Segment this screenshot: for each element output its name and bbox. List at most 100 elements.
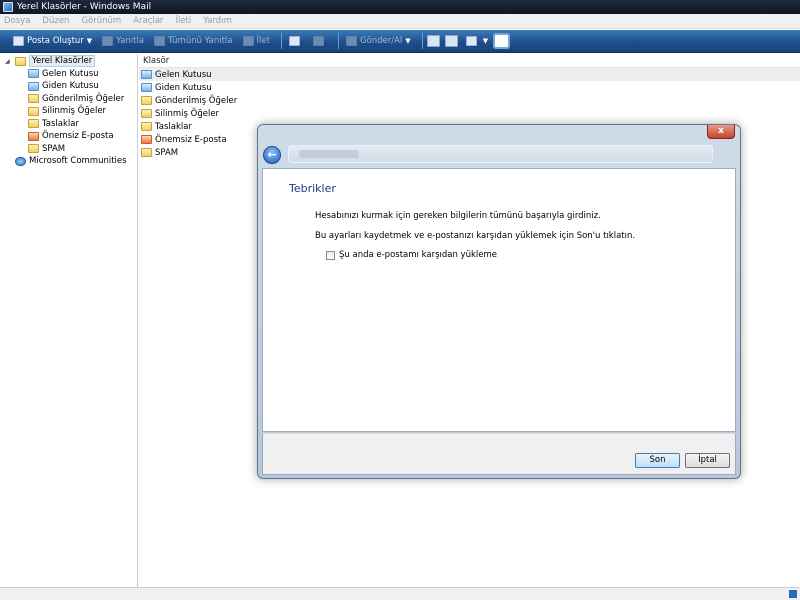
sent-items-icon <box>141 96 152 105</box>
window-title: Yerel Klasörler - Windows Mail <box>17 2 152 12</box>
list-item-label: Silinmiş Öğeler <box>155 108 220 119</box>
finish-instructions: Bu ayarları kaydetmek ve e-postanızı kar… <box>315 231 636 241</box>
list-item-label: Taslaklar <box>155 121 192 132</box>
list-item-label: SPAM <box>155 147 179 158</box>
contacts-icon[interactable] <box>426 35 440 47</box>
back-arrow-icon[interactable]: ← <box>263 146 281 164</box>
menu-tools[interactable]: Araçlar <box>133 16 163 26</box>
chevron-down-icon[interactable]: ▼ <box>87 37 92 45</box>
tree-item-sent-items[interactable]: Gönderilmiş Öğeler <box>0 93 137 106</box>
compose-button[interactable]: Posta Oluştur ▼ <box>10 32 95 50</box>
tree-item-label: Silinmiş Öğeler <box>42 106 107 117</box>
folder-tree: ◢ Yerel Klasörler Gelen Kutusu Giden Kut… <box>0 54 138 587</box>
tree-item-junk-email[interactable]: Önemsiz E-posta <box>0 130 137 143</box>
skip-download-checkbox[interactable]: Şu anda e-postamı karşıdan yükleme <box>326 250 497 260</box>
reply-icon <box>102 36 114 46</box>
sent-items-icon <box>28 94 39 104</box>
chevron-down-icon[interactable]: ▼ <box>405 37 410 45</box>
dialog-body: Tebrikler Hesabınızı kurmak için gereken… <box>262 168 736 432</box>
compose-label: Posta Oluştur <box>27 36 84 46</box>
drafts-icon <box>141 122 152 131</box>
folder-icon <box>15 56 26 66</box>
checkbox-label: Şu anda e-postamı karşıdan yükleme <box>339 250 497 260</box>
forward-icon <box>242 36 254 46</box>
find-button[interactable]: ▼ <box>463 32 491 50</box>
account-setup-dialog: x ← Tebrikler Hesabınızı kurmak için ger… <box>257 124 741 479</box>
reply-label: Yanıtla <box>116 36 145 46</box>
list-item-label: Gönderilmiş Öğeler <box>155 95 238 106</box>
tree-item-drafts[interactable]: Taslaklar <box>0 118 137 131</box>
menu-edit[interactable]: Düzen <box>42 16 69 26</box>
forward-button[interactable]: İlet <box>240 32 273 50</box>
tree-item-spam[interactable]: SPAM <box>0 143 137 156</box>
folder-icon <box>28 144 39 154</box>
folder-list-icon[interactable] <box>495 35 509 47</box>
tree-item-deleted-items[interactable]: Silinmiş Öğeler <box>0 105 137 118</box>
tree-item-microsoft-communities[interactable]: Microsoft Communities <box>0 155 137 168</box>
cancel-button[interactable]: İptal <box>685 453 730 468</box>
list-item-label: Gelen Kutusu <box>155 69 212 80</box>
chevron-down-icon[interactable]: ▼ <box>483 37 488 45</box>
drafts-icon <box>28 119 39 129</box>
tree-item-inbox[interactable]: Gelen Kutusu <box>0 68 137 81</box>
list-item[interactable]: Gelen Kutusu <box>139 68 800 81</box>
print-button[interactable] <box>286 32 306 50</box>
reply-all-label: Tümünü Yanıtla <box>168 36 233 46</box>
delete-button[interactable] <box>310 32 330 50</box>
success-message: Hesabınızı kurmak için gereken bilgileri… <box>315 211 601 221</box>
menu-help[interactable]: Yardım <box>203 16 232 26</box>
deleted-items-icon <box>141 109 152 118</box>
menu-message[interactable]: İleti <box>175 16 191 26</box>
tree-item-label: SPAM <box>42 143 66 154</box>
list-item[interactable]: Gönderilmiş Öğeler <box>139 94 800 107</box>
deleted-items-icon <box>28 106 39 116</box>
toolbar-separator <box>280 33 282 49</box>
tree-item-label: Gönderilmiş Öğeler <box>42 93 125 104</box>
send-receive-label: Gönder/Al <box>359 36 403 46</box>
send-receive-icon <box>345 36 357 46</box>
column-header-folder[interactable]: Klasör <box>139 54 800 68</box>
status-bar <box>0 587 800 600</box>
junk-email-icon <box>28 131 39 141</box>
outbox-icon <box>28 81 39 91</box>
tree-item-label: Gelen Kutusu <box>42 68 99 79</box>
tree-item-local-folders[interactable]: ◢ Yerel Klasörler <box>0 55 137 68</box>
list-item[interactable]: Giden Kutusu <box>139 81 800 94</box>
send-receive-button[interactable]: Gönder/Al ▼ <box>343 32 414 50</box>
reply-all-icon <box>154 36 166 46</box>
menu-file[interactable]: Dosya <box>4 16 30 26</box>
toolbar: Posta Oluştur ▼ Yanıtla Tümünü Yanıtla İ… <box>0 30 800 53</box>
menu-bar: Dosya Düzen Görünüm Araçlar İleti Yardım <box>0 14 800 29</box>
dialog-heading: Tebrikler <box>289 182 336 195</box>
printer-icon <box>288 36 300 46</box>
status-icon <box>789 590 797 598</box>
list-item-label: Giden Kutusu <box>155 82 212 93</box>
checkbox-box[interactable] <box>326 250 335 260</box>
tree-item-label: Yerel Klasörler <box>29 55 96 68</box>
tree-item-label: Microsoft Communities <box>29 156 127 167</box>
tree-item-label: Taslaklar <box>42 118 79 129</box>
list-item[interactable]: Silinmiş Öğeler <box>139 107 800 120</box>
new-mail-icon <box>13 36 24 46</box>
calendar-icon[interactable] <box>444 35 458 47</box>
find-icon <box>465 36 477 46</box>
outbox-icon <box>141 83 152 92</box>
title-bar: Yerel Klasörler - Windows Mail <box>0 0 800 14</box>
list-item-label: Önemsiz E-posta <box>155 134 227 145</box>
finish-button[interactable]: Son <box>635 453 680 468</box>
junk-email-icon <box>141 135 152 144</box>
forward-label: İlet <box>256 36 270 46</box>
inbox-icon <box>28 69 39 79</box>
collapse-icon[interactable]: ◢ <box>5 58 13 65</box>
dialog-title-placeholder <box>299 150 359 158</box>
tree-item-label: Önemsiz E-posta <box>42 131 114 142</box>
close-button[interactable]: x <box>707 125 735 139</box>
reply-button[interactable]: Yanıtla <box>99 32 147 50</box>
windows-mail-icon <box>3 2 13 12</box>
tree-item-outbox[interactable]: Giden Kutusu <box>0 80 137 93</box>
reply-all-button[interactable]: Tümünü Yanıtla <box>151 32 235 50</box>
toolbar-separator <box>337 33 339 49</box>
menu-view[interactable]: Görünüm <box>81 16 121 26</box>
dialog-title-bar <box>288 145 713 163</box>
folder-icon <box>141 148 152 157</box>
